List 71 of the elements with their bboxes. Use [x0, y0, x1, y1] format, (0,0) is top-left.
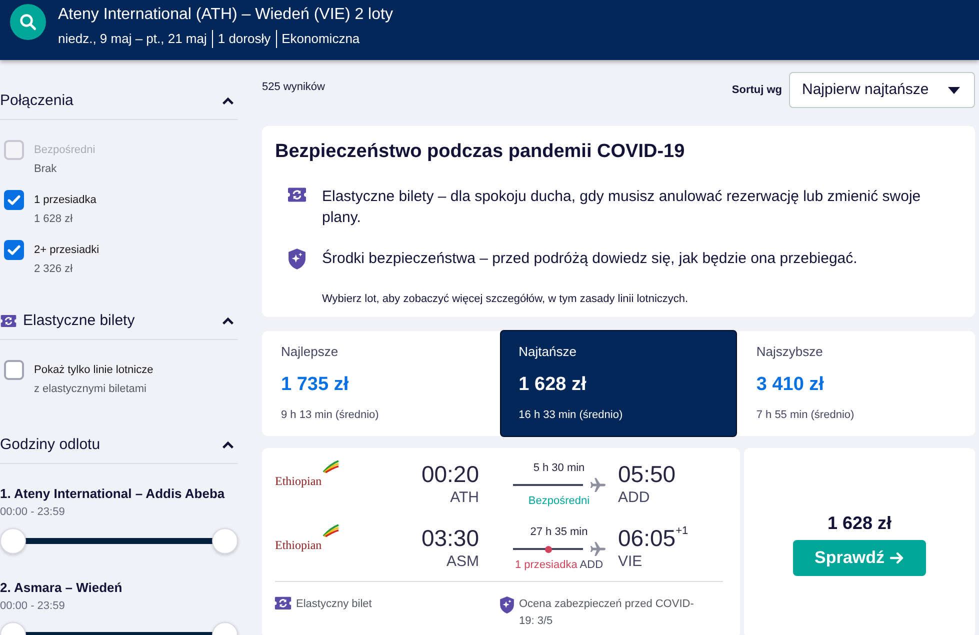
notice-footnote: Wybierz lot, aby zobaczyć więcej szczegółów, w tym zasady linii lotniczych. [322, 292, 690, 307]
airline-logo-text: Ethiopian [275, 538, 322, 552]
airport-code: VIE [618, 552, 644, 572]
chevron-up-icon[interactable] [222, 317, 234, 325]
slider-thumb[interactable] [212, 528, 238, 554]
stop-dot-icon [544, 546, 552, 552]
option-detail: z elastycznymi biletami [34, 382, 148, 397]
notice-title: Bezpieczeństwo podczas pandemii COVID-19 [275, 140, 686, 164]
caret-icon [948, 86, 960, 94]
checkbox[interactable] [4, 360, 24, 380]
slider-thumb[interactable] [0, 528, 26, 554]
departure-time: 00:20 [420, 460, 479, 488]
option-label: 1 przesiadka [34, 193, 96, 208]
flight-duration: 27 h 35 min [529, 525, 589, 540]
filter-header[interactable]: Elastyczne bilety [0, 310, 238, 340]
time-range: 00:00 - 23:59 [0, 505, 66, 520]
slot-label: 1. Ateny International – Addis Abeba [0, 485, 226, 503]
filter-header[interactable]: Połączenia [0, 90, 238, 120]
checkbox[interactable] [4, 240, 24, 260]
chevron-up-icon[interactable] [222, 441, 234, 449]
flight-duration: 5 h 30 min [532, 461, 586, 476]
option-label: Pokaż tylko linie lotnicze [34, 363, 154, 378]
arrow-right-icon [890, 551, 904, 565]
flight-price: 1 628 zł [826, 512, 893, 534]
notice-text: Środki bezpieczeństwa – przed podróżą dowiedz się, jak będzie ona przebiegać. [322, 248, 858, 269]
trip-detail: niedz., 9 maj – pt., 21 maj [58, 30, 208, 48]
shield-icon [499, 596, 515, 614]
trip-detail: 1 dorosły [212, 30, 276, 48]
notice-text: Elastyczne bilety – dla spokoju ducha, gdy musisz anulować rezerwację lub zmienić swoje plany. [322, 187, 922, 228]
filter-title: Elastyczne bilety [23, 311, 135, 331]
sort-label: Sortuj wg [732, 82, 782, 98]
ticket-icon [0, 314, 17, 328]
airport-code: ASM [445, 552, 479, 572]
option-detail: 1 628 zł [34, 212, 74, 227]
shield-icon [287, 248, 307, 270]
slot-label: 2. Asmara – Wiedeń [0, 579, 124, 597]
checkbox[interactable] [4, 190, 24, 210]
option-label: 2+ przesiadki [34, 243, 100, 258]
plane-icon [590, 478, 606, 492]
search-icon[interactable] [10, 4, 46, 40]
departure-time: 03:30 [420, 524, 479, 552]
sort-tab[interactable]: Najszybsze 3 410 zł 7 h 55 min (średnio) [737, 331, 976, 436]
sort-dropdown[interactable]: Najpierw najtańsze [789, 72, 975, 108]
airport-code: ADD [618, 488, 651, 508]
option-label: Bezpośredni [34, 143, 96, 158]
ticket-icon [274, 596, 292, 610]
range-slider[interactable] [0, 528, 238, 554]
filter-header[interactable]: Godziny odlotu [0, 434, 238, 464]
result-count: 525 wyników [262, 80, 325, 94]
plane-icon [590, 542, 606, 556]
stops-label: Bezpośredni [527, 494, 591, 509]
trip-detail: Ekonomiczna [276, 30, 365, 48]
sort-tab[interactable]: Najlepsze 1 735 zł 9 h 13 min (średnio) [262, 331, 500, 436]
chevron-up-icon[interactable] [222, 97, 234, 105]
wing-logo-icon [322, 524, 339, 537]
time-range: 00:00 - 23:59 [0, 599, 66, 614]
filter-title: Połączenia [0, 91, 74, 111]
arrival-time: 05:50 [618, 460, 676, 488]
trip-title: Ateny International (ATH) – Wiedeń (VIE) 2 loty [58, 5, 393, 25]
airline-logo-text: Ethiopian [275, 474, 322, 488]
filter-title: Godziny odlotu [0, 435, 100, 455]
option-detail: Brak [34, 162, 58, 177]
feature-text: Elastyczny bilet [296, 597, 372, 612]
option-detail: 2 326 zł [34, 262, 74, 277]
ticket-icon [287, 186, 307, 204]
wing-logo-icon [322, 460, 339, 473]
feature-text: Ocena zabezpieczeń przed COVID-19: 3/5 [519, 597, 695, 629]
sort-tab[interactable]: Najtańsze 1 628 zł 16 h 33 min (średnio) [500, 330, 738, 437]
route-line [513, 484, 583, 486]
stops-label: 1 przesiadka ADD [514, 558, 604, 573]
airport-code: ATH [449, 488, 479, 508]
